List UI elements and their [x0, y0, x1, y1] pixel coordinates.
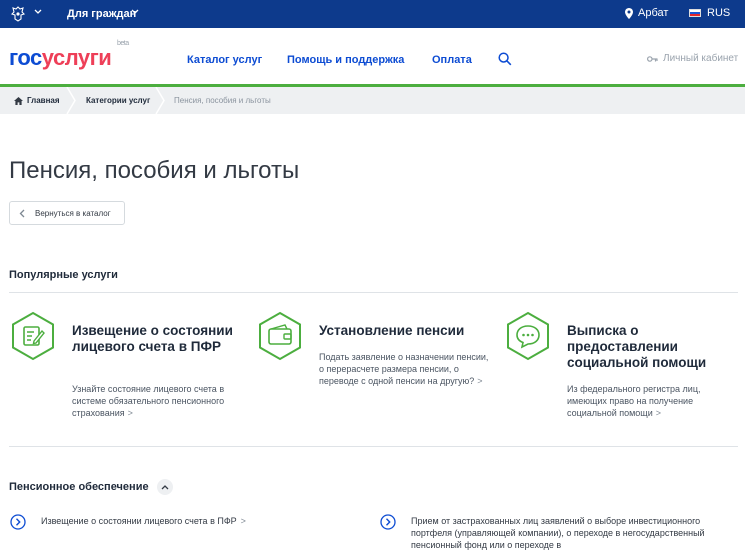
chevron-up-icon [161, 485, 169, 490]
pension-section-header[interactable]: Пенсионное обеспечение [9, 479, 173, 495]
popular-heading: Популярные услуги [9, 269, 118, 281]
card-description: Подать заявление о назначении пенсии, о … [319, 351, 489, 387]
search-icon[interactable] [498, 52, 512, 66]
card-description-text: Из федерального регистра лиц, имеющих пр… [567, 384, 701, 418]
beta-badge: beta [117, 40, 129, 47]
map-pin-icon [625, 7, 633, 19]
chevron-right-icon: > [477, 376, 483, 386]
pension-link-label: Извещение о состоянии лицевого счета в П… [41, 515, 246, 527]
breadcrumb-home[interactable]: Главная [14, 87, 60, 114]
home-icon [14, 96, 23, 105]
card-description: Из федерального регистра лиц, имеющих пр… [567, 383, 737, 419]
back-label: Вернуться в каталог [35, 208, 111, 218]
chevron-left-icon [19, 209, 25, 217]
chevron-right-icon: > [655, 408, 662, 418]
breadcrumb-separator [155, 87, 165, 114]
chevron-right-icon: > [240, 516, 246, 526]
card-title[interactable]: Установление пенсии [319, 323, 489, 339]
main-header: госуслуги beta Каталог услуг Помощь и по… [0, 28, 745, 87]
page-title: Пенсия, пособия и льготы [9, 157, 300, 184]
card-title[interactable]: Извещение о состоянии лицевого счета в П… [72, 323, 242, 355]
arrow-circle-icon [10, 514, 26, 530]
language-selector[interactable]: RUS [689, 7, 730, 19]
chat-bubble-icon [507, 311, 549, 361]
logo-gos: гос [9, 45, 42, 70]
collapse-button[interactable] [156, 479, 173, 495]
chevron-down-icon[interactable] [34, 9, 42, 15]
card-title[interactable]: Выписка о предоставлении социальной помо… [567, 323, 737, 371]
chevron-down-icon[interactable] [131, 9, 139, 15]
coat-of-arms-icon[interactable] [9, 5, 27, 23]
breadcrumb-current: Пенсия, пособия и льготы [174, 96, 271, 105]
breadcrumb-categories[interactable]: Категории услуг [86, 87, 150, 114]
language-label: RUS [707, 7, 731, 19]
divider [9, 446, 738, 447]
breadcrumb: Главная Категории услуг Пенсия, пособия … [0, 87, 745, 114]
location-label: Арбат [638, 7, 669, 19]
logo-uslugi: услуги [41, 45, 112, 70]
chevron-right-icon: > [127, 408, 133, 418]
nav-payment[interactable]: Оплата [432, 54, 472, 66]
citizens-menu[interactable]: Для граждан [67, 8, 136, 20]
personal-cabinet-link[interactable]: Личный кабинет [647, 53, 738, 64]
breadcrumb-home-label: Главная [27, 96, 60, 105]
back-to-catalog-button[interactable]: Вернуться в каталог [9, 201, 125, 225]
arrow-circle-icon [380, 514, 396, 530]
location-selector[interactable]: Арбат [625, 7, 668, 19]
key-icon [647, 55, 658, 62]
pension-heading: Пенсионное обеспечение [9, 481, 149, 493]
divider [9, 292, 738, 293]
document-edit-icon [12, 311, 54, 361]
nav-help[interactable]: Помощь и поддержка [287, 54, 404, 66]
russian-flag-icon [689, 9, 701, 17]
breadcrumb-separator [66, 87, 76, 114]
card-description: Узнайте состояние лицевого счета в систе… [72, 383, 242, 419]
wallet-icon [259, 311, 301, 361]
gosuslugi-logo[interactable]: госуслуги beta [9, 40, 129, 71]
card-description-text: Узнайте состояние лицевого счета в систе… [72, 384, 225, 418]
nav-catalog[interactable]: Каталог услуг [187, 54, 262, 66]
top-bar: Для граждан Арбат RUS [0, 0, 745, 28]
cabinet-label: Личный кабинет [663, 53, 739, 64]
card-description-text: Подать заявление о назначении пенсии, о … [319, 352, 489, 386]
pension-link-text: Прием от застрахованных лиц заявлений о … [411, 516, 705, 550]
pension-link-text: Извещение о состоянии лицевого счета в П… [41, 516, 237, 526]
